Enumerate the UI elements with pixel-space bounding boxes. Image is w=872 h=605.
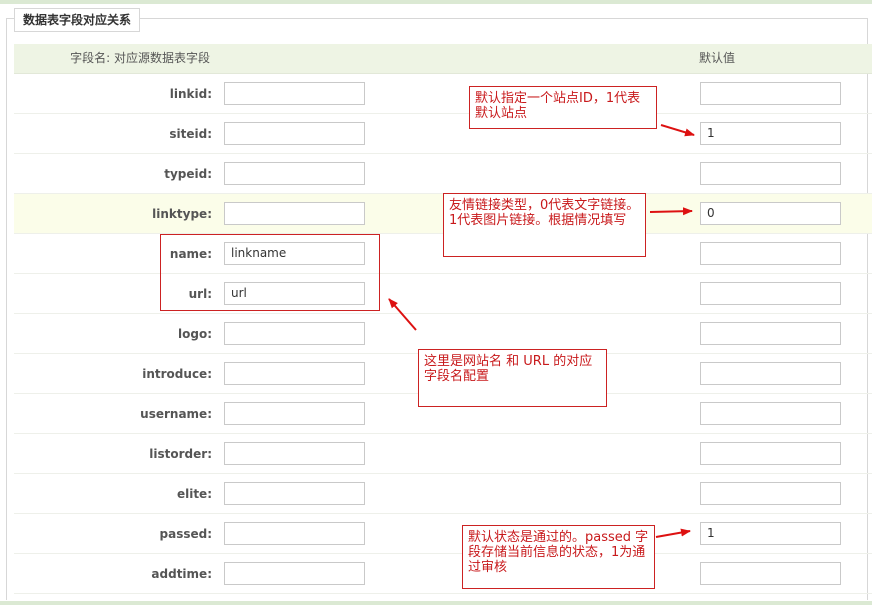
arrow-passed (655, 528, 691, 538)
arrow-name-url (388, 298, 417, 331)
arrow-linktype (649, 207, 693, 216)
arrow-siteid (660, 124, 695, 137)
annotation-arrows (388, 124, 695, 538)
